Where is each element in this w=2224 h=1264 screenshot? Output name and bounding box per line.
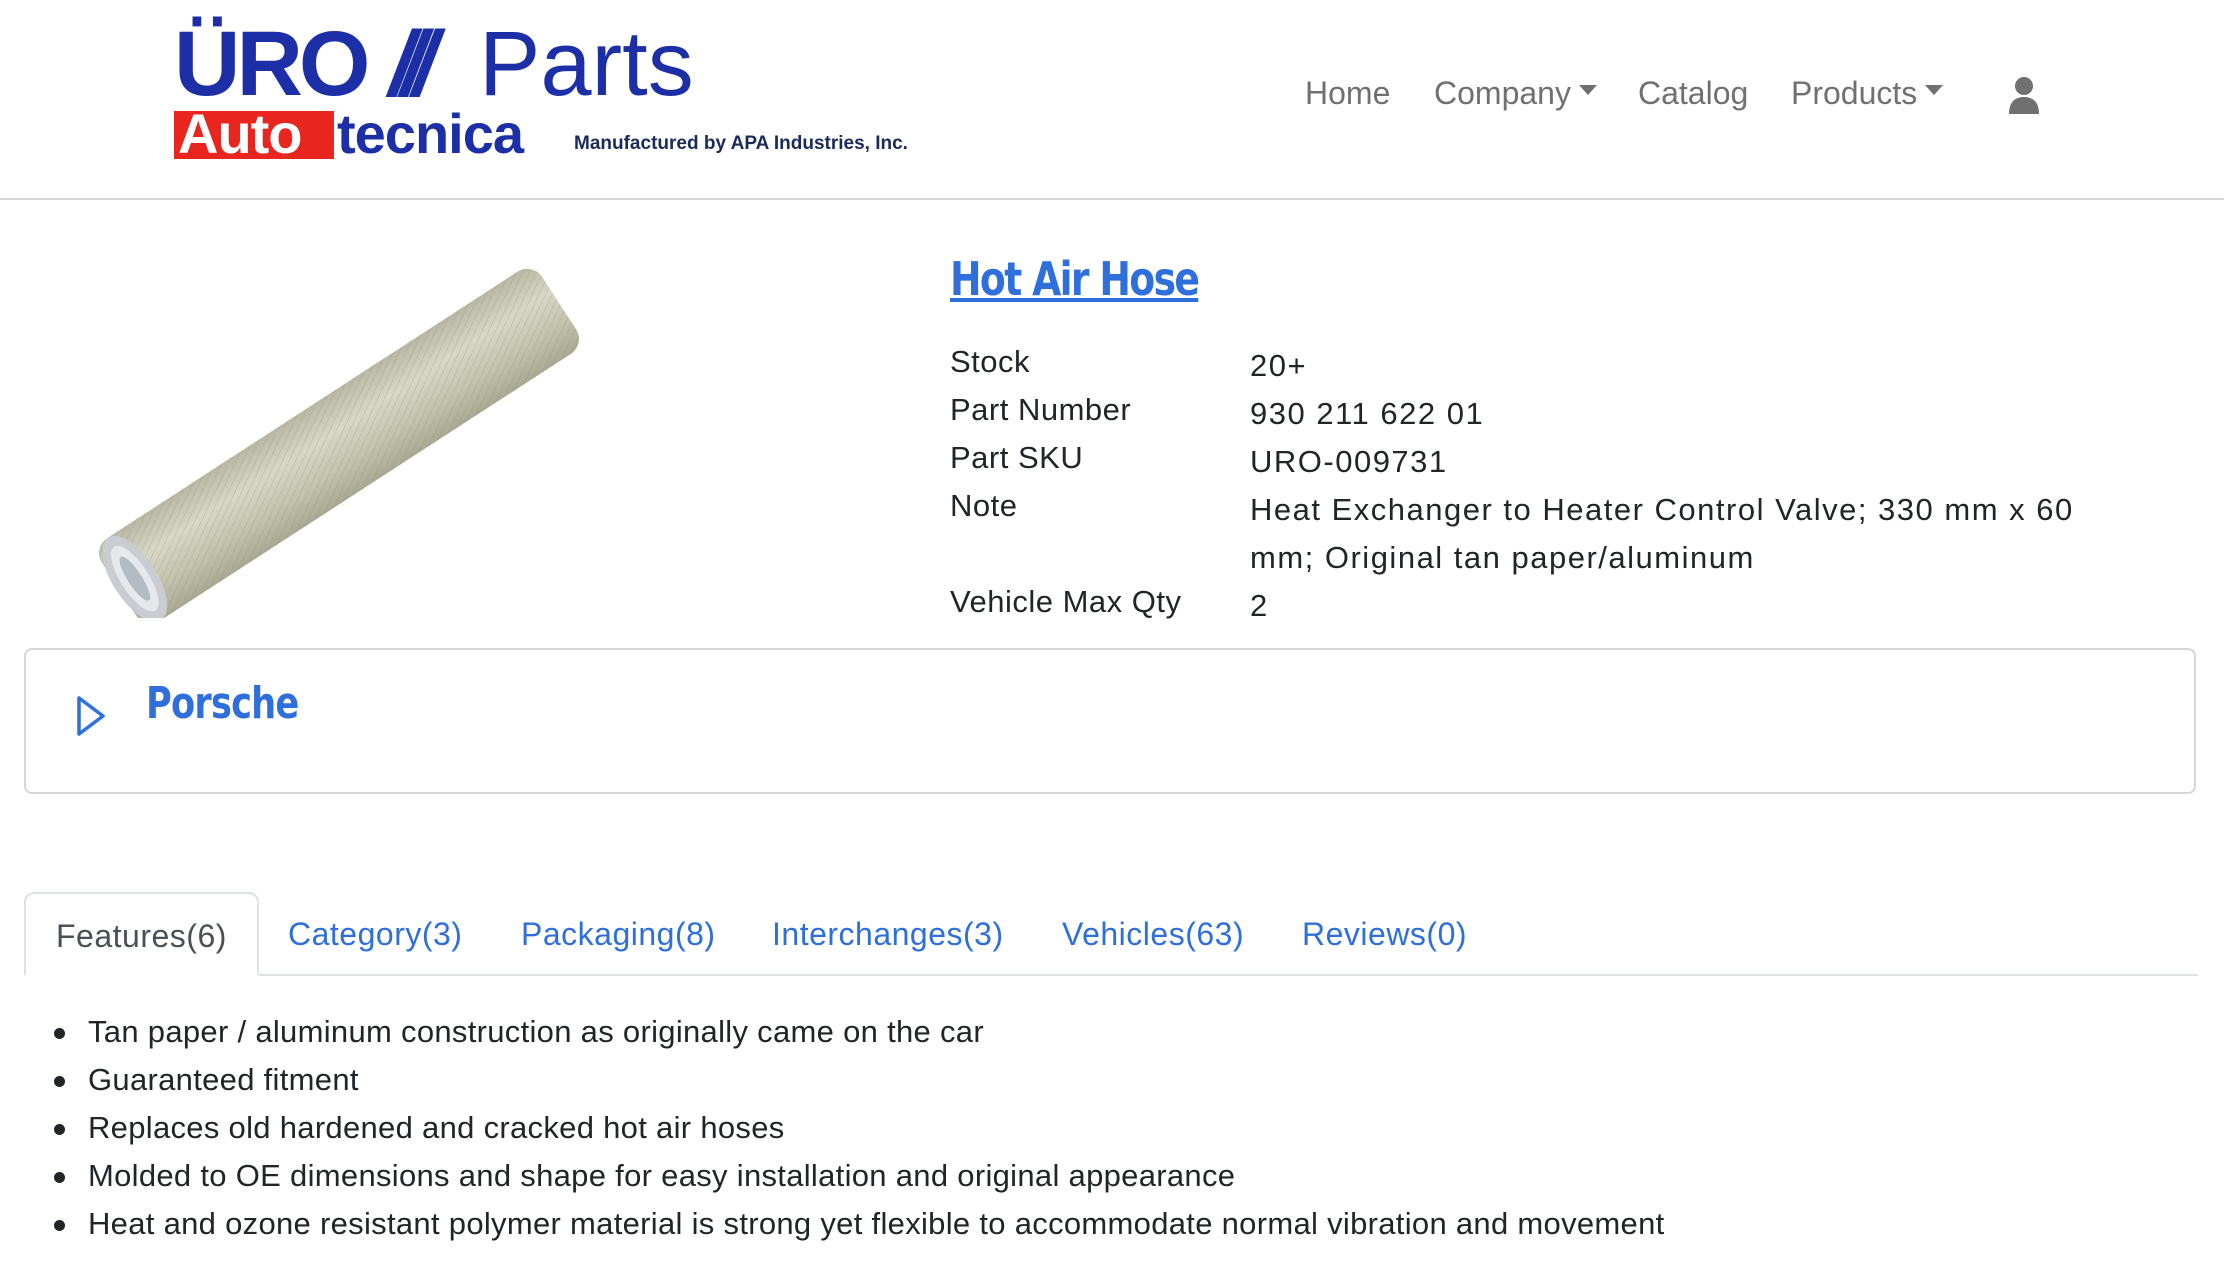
tab-reviews-label: Reviews	[1302, 916, 1427, 952]
spec-stock-label: Stock	[950, 344, 1031, 379]
feature-item: Guaranteed fitment	[50, 1056, 1665, 1104]
tab-reviews[interactable]: Reviews(0)	[1302, 892, 1467, 976]
tab-interchanges-label: Interchanges	[772, 916, 964, 952]
caret-down-icon	[1578, 84, 1597, 95]
tab-interchanges-count: (3)	[963, 916, 1004, 952]
tab-interchanges[interactable]: Interchanges(3)	[772, 892, 1004, 976]
nav-company-label: Company	[1434, 75, 1571, 111]
uro-parts-logo[interactable]: ÜRO /// Parts Auto tecnica Manufactured …	[174, 18, 934, 168]
user-icon[interactable]	[2007, 76, 2041, 116]
features-list: Tan paper / aluminum construction as ori…	[50, 1008, 1665, 1248]
feature-item: Replaces old hardened and cracked hot ai…	[50, 1104, 1665, 1152]
nav-products[interactable]: Products	[1791, 68, 1944, 118]
spec-max-qty-value: 2	[1250, 588, 1269, 623]
tab-features-count: (6)	[186, 918, 227, 954]
vehicle-make-accordion[interactable]: Porsche	[24, 648, 2196, 794]
logo-manufacturer-text: Manufactured by APA Industries, Inc.	[574, 133, 908, 154]
spec-note-label: Note	[950, 488, 1018, 523]
tab-category[interactable]: Category(3)	[288, 892, 462, 976]
tab-packaging-count: (8)	[674, 916, 716, 952]
tab-category-label: Category	[288, 916, 422, 952]
accordion-title[interactable]: Porsche	[146, 678, 299, 729]
spec-stock-value: 20+	[1250, 348, 1308, 383]
logo-slashes: ///	[389, 13, 438, 115]
feature-item: Tan paper / aluminum construction as ori…	[50, 1008, 1665, 1056]
logo-parts-text: Parts	[479, 13, 694, 115]
tab-packaging[interactable]: Packaging(8)	[521, 892, 716, 976]
logo-uro-text: ÜRO	[174, 13, 370, 115]
tab-vehicles-count: (63)	[1185, 916, 1245, 952]
spec-sku-value: URO-009731	[1250, 444, 1448, 479]
nav-catalog-label: Catalog	[1638, 75, 1749, 111]
spec-max-qty-label: Vehicle Max Qty	[950, 584, 1182, 619]
spec-sku-label: Part SKU	[950, 440, 1084, 475]
site-header: ÜRO /// Parts Auto tecnica Manufactured …	[0, 0, 2224, 200]
logo-tecnica-text: tecnica	[337, 102, 524, 165]
nav-home-label: Home	[1305, 75, 1391, 111]
tab-vehicles[interactable]: Vehicles(63)	[1062, 892, 1244, 976]
caret-down-icon	[1925, 84, 1944, 95]
tab-reviews-count: (0)	[1426, 916, 1468, 952]
nav-home[interactable]: Home	[1305, 68, 1390, 118]
tab-vehicles-label: Vehicles	[1062, 916, 1186, 952]
nav-products-label: Products	[1791, 75, 1918, 111]
play-triangle-icon[interactable]	[74, 692, 108, 740]
hot-air-hose-image	[99, 268, 579, 618]
nav-company[interactable]: Company	[1434, 68, 1597, 118]
logo-auto-text: Auto	[178, 102, 303, 165]
tab-category-count: (3)	[421, 916, 463, 952]
spec-note-value: Heat Exchanger to Heater Control Valve; …	[1250, 492, 2074, 575]
feature-item: Heat and ozone resistant polymer materia…	[50, 1200, 1665, 1248]
spec-part-number-value: 930 211 622 01	[1250, 396, 1485, 431]
tab-features[interactable]: Features(6)	[24, 892, 259, 976]
spec-part-number-label: Part Number	[950, 392, 1132, 427]
nav-catalog[interactable]: Catalog	[1638, 68, 1748, 118]
product-title-link[interactable]: Hot Air Hose	[950, 252, 1200, 306]
feature-item: Molded to OE dimensions and shape for ea…	[50, 1152, 1665, 1200]
tab-packaging-label: Packaging	[521, 916, 675, 952]
tab-features-label: Features	[56, 918, 187, 954]
